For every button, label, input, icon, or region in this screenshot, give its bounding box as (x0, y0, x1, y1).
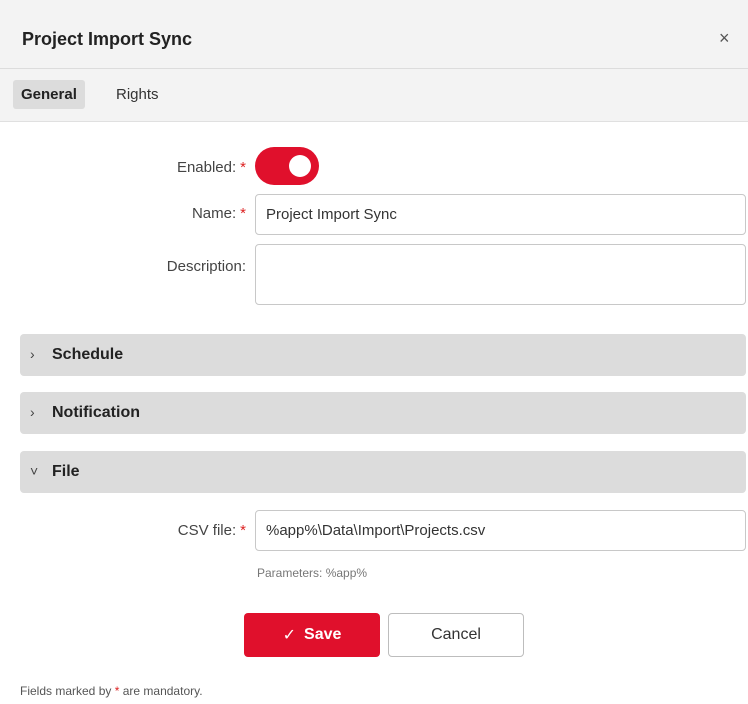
section-notification[interactable]: › Notification (20, 392, 746, 434)
name-input[interactable] (255, 194, 746, 235)
section-notification-label: Notification (52, 404, 140, 421)
section-file-label: File (52, 463, 80, 480)
required-mark: * (114, 684, 120, 698)
dialog-title: Project Import Sync (22, 29, 193, 49)
csv-file-hint: Parameters: %app% (257, 566, 368, 580)
description-label: Description: (166, 258, 246, 275)
tab-rights[interactable]: Rights (108, 80, 167, 109)
close-icon[interactable]: × (719, 29, 730, 47)
dialog-titlebar: Project Import Sync × (0, 0, 748, 69)
mandatory-note-prefix: Fields marked by (20, 684, 112, 698)
name-label: Name: (191, 205, 237, 222)
chevron-right-icon: › (30, 346, 35, 362)
cancel-button[interactable]: Cancel (388, 613, 524, 657)
description-input[interactable] (255, 244, 746, 305)
chevron-right-icon: › (30, 404, 35, 420)
section-file[interactable]: ˅ File (20, 451, 746, 493)
csv-file-label: CSV file: (177, 522, 237, 539)
mandatory-note-suffix: are mandatory. (122, 684, 203, 698)
required-mark: * (240, 522, 246, 539)
required-mark: * (240, 205, 246, 222)
enabled-toggle[interactable] (255, 147, 319, 185)
mandatory-note: Fields marked by * are mandatory. (20, 684, 203, 698)
section-schedule[interactable]: › Schedule (20, 334, 746, 376)
dialog: Project Import Sync × General Rights Ena… (0, 0, 748, 704)
save-button[interactable]: ✓ Save (244, 613, 380, 657)
toggle-knob (289, 155, 311, 177)
enabled-label: Enabled: (176, 159, 237, 176)
chevron-down-icon: ˅ (30, 463, 39, 479)
description-label-row: Description: (60, 258, 246, 275)
tab-bar: General Rights (0, 69, 748, 122)
csv-label-row: CSV file: * (60, 522, 246, 539)
save-button-label: Save (304, 626, 342, 643)
enabled-label-row: Enabled: * (60, 159, 246, 176)
section-schedule-label: Schedule (52, 346, 124, 363)
csv-file-input[interactable] (255, 510, 746, 551)
name-label-row: Name: * (60, 205, 246, 222)
check-icon: ✓ (282, 627, 297, 644)
cancel-button-label: Cancel (431, 626, 481, 643)
required-mark: * (240, 159, 246, 176)
tab-general[interactable]: General (13, 80, 85, 109)
